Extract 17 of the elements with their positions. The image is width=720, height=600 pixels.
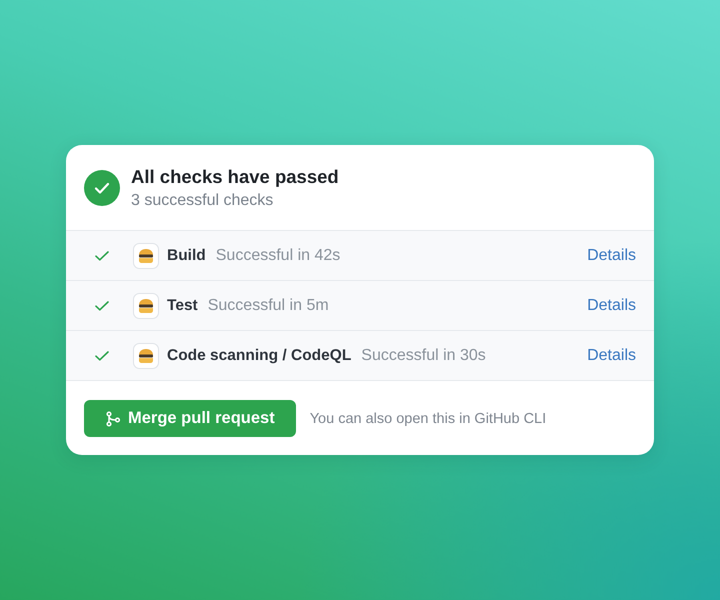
burger-icon bbox=[133, 342, 159, 368]
check-result: Successful in 5m bbox=[208, 296, 329, 314]
details-link[interactable]: Details bbox=[587, 296, 636, 314]
burger-icon bbox=[133, 242, 159, 268]
check-name: Code scanning / CodeQL bbox=[167, 346, 352, 364]
burger-icon bbox=[133, 292, 159, 318]
status-subtitle: 3 successful checks bbox=[131, 192, 274, 210]
check-result: Successful in 42s bbox=[216, 246, 340, 264]
merge-button[interactable]: Merge pull request bbox=[84, 400, 296, 437]
details-link[interactable]: Details bbox=[587, 346, 636, 364]
check-name: Build bbox=[167, 246, 206, 264]
status-title: All checks have passed bbox=[131, 166, 339, 188]
merge-icon bbox=[106, 410, 120, 426]
cli-note: You can also open this in GitHub CLI bbox=[310, 410, 546, 426]
details-link[interactable]: Details bbox=[587, 246, 636, 264]
check-result: Successful in 30s bbox=[361, 346, 486, 364]
check-name: Test bbox=[167, 296, 198, 314]
